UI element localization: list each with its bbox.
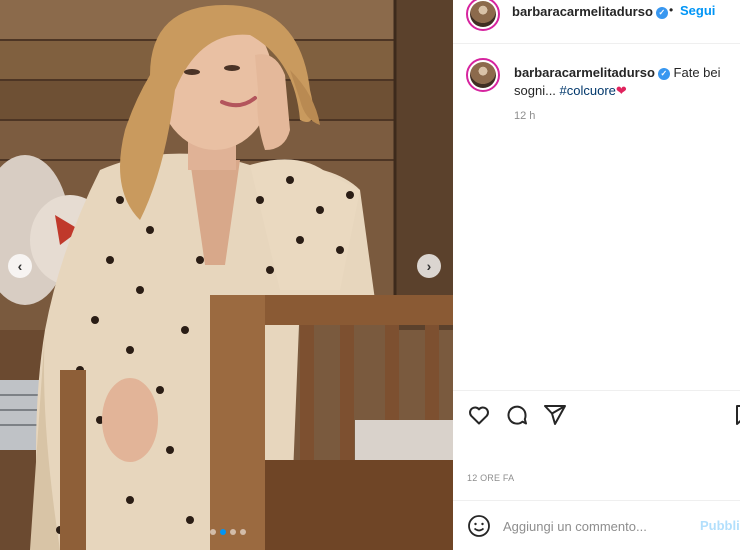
heart-icon xyxy=(469,406,489,425)
share-button[interactable] xyxy=(543,403,567,427)
heart-emoji: ❤ xyxy=(615,83,627,98)
avatar[interactable] xyxy=(466,0,500,31)
post-media[interactable]: ‹ › xyxy=(0,0,453,550)
post-sidebar: barbaracarmelitadurso ✓ • Segui barbaraca… xyxy=(453,0,740,550)
chevron-right-icon: › xyxy=(426,258,432,274)
post-photo xyxy=(0,0,453,550)
carousel-dot xyxy=(240,529,246,535)
caption-avatar[interactable] xyxy=(466,58,500,92)
carousel-dot xyxy=(230,529,236,535)
verified-badge-icon: ✓ xyxy=(655,6,668,19)
emoji-icon xyxy=(468,515,490,537)
separator: • xyxy=(669,3,674,17)
action-bar xyxy=(453,390,740,436)
verified-badge-icon: ✓ xyxy=(657,67,670,80)
post-timestamp[interactable]: 12 ORE FA xyxy=(467,473,514,483)
like-button[interactable] xyxy=(467,403,491,427)
username-text: barbaracarmelitadurso xyxy=(512,4,653,19)
chevron-left-icon: ‹ xyxy=(17,258,23,274)
comment-input[interactable] xyxy=(503,515,693,537)
share-icon xyxy=(544,405,566,425)
caption-username[interactable]: barbaracarmelitadurso ✓ xyxy=(514,65,670,80)
header-username[interactable]: barbaracarmelitadurso ✓ xyxy=(512,4,668,19)
emoji-button[interactable] xyxy=(467,514,491,538)
caption-text: barbaracarmelitadurso ✓ Fate bei sogni...… xyxy=(514,64,734,100)
follow-button[interactable]: Segui xyxy=(680,3,715,18)
save-button[interactable] xyxy=(733,403,740,427)
comment-button[interactable] xyxy=(505,403,529,427)
carousel-indicator xyxy=(210,529,246,535)
hashtag-link[interactable]: #colcuore xyxy=(560,83,616,98)
bookmark-icon xyxy=(736,405,740,425)
caption-username-text: barbaracarmelitadurso xyxy=(514,65,655,80)
comment-form: Pubblica xyxy=(453,500,740,550)
publish-button[interactable]: Pubblica xyxy=(700,518,740,533)
comment-icon xyxy=(507,405,527,425)
caption-time[interactable]: 12 h xyxy=(514,110,535,122)
carousel-dot xyxy=(210,529,216,535)
carousel-next-button[interactable]: › xyxy=(417,254,441,278)
carousel-dot xyxy=(220,529,226,535)
carousel-prev-button[interactable]: ‹ xyxy=(8,254,32,278)
post-header: barbaracarmelitadurso ✓ • Segui xyxy=(453,0,740,44)
